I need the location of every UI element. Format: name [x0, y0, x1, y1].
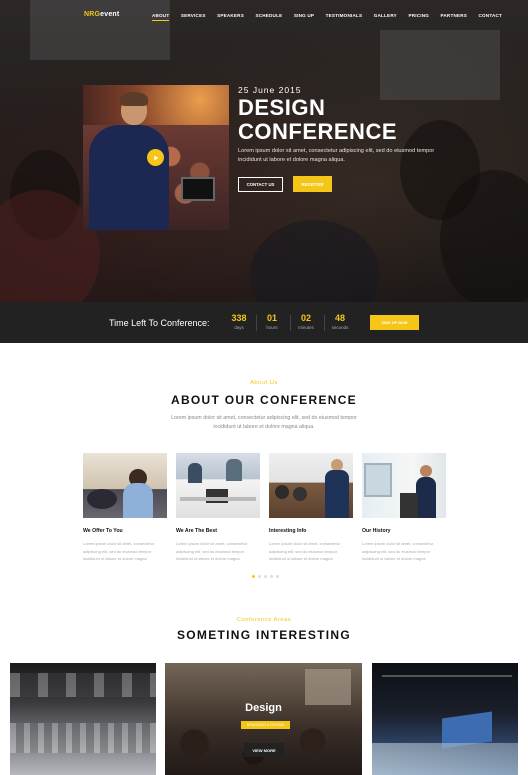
countdown-value: 338	[231, 313, 247, 323]
carousel-dot[interactable]	[270, 575, 273, 578]
hero-section: NRGevent ABOUT SERVICES SPEAKERS SCHEDUL…	[0, 0, 528, 302]
hero-title-line1: DESIGN	[238, 95, 326, 120]
nav-menu: ABOUT SERVICES SPEAKERS SCHEDULE SING UP…	[152, 13, 514, 21]
register-button[interactable]: REGISTER	[293, 176, 332, 192]
card-image	[362, 453, 446, 518]
nav-item-testimonials[interactable]: TESTIMONIALS	[326, 13, 363, 18]
carousel-dot[interactable]	[258, 575, 261, 578]
nav-item-sing-up[interactable]: SING UP	[294, 13, 314, 18]
card-text: Lorem ipsum dolor sit amet, consectetur …	[362, 541, 434, 561]
countdown-value: 01	[266, 313, 277, 323]
card-image	[269, 453, 353, 518]
about-title: ABOUT OUR CONFERENCE	[170, 393, 357, 407]
countdown-value: 02	[300, 313, 311, 323]
speaker-hair	[120, 92, 148, 106]
countdown-bar: Time Left To Conference: 338 days 01 hou…	[0, 302, 528, 343]
view-more-button[interactable]: VIEW MORE	[244, 743, 284, 757]
card-title: We Are The Best	[176, 528, 217, 534]
about-card[interactable]: Interesting Info Lorem ipsum dolor sit a…	[269, 453, 353, 563]
countdown-value: 48	[334, 313, 345, 323]
hero-description: Lorem ipsum dolor sit amet, consectetur …	[238, 148, 435, 163]
areas-subtitle: Conference Areas	[236, 617, 292, 623]
card-title: We Offer To You	[83, 528, 123, 534]
nav-item-speakers[interactable]: SPEAKERS	[217, 13, 244, 18]
hero-title: DESIGN CONFERENCE	[238, 96, 397, 144]
hero-date: 25 June 2015	[238, 85, 302, 95]
carousel-dots	[252, 575, 279, 578]
play-button[interactable]	[147, 149, 164, 166]
nav-item-services[interactable]: SERVICES	[181, 13, 206, 18]
area-badge: BRANDING & DESIGN	[241, 721, 290, 729]
area-card-design[interactable]: Design BRANDING & DESIGN VIEW MORE	[165, 663, 362, 775]
countdown-days: 338 days	[222, 313, 256, 330]
carousel-dot[interactable]	[264, 575, 267, 578]
nav-item-pricing[interactable]: PRICING	[408, 13, 429, 18]
laptop-graphic	[181, 177, 215, 201]
countdown-label: Time Left To Conference:	[109, 318, 210, 328]
countdown-unit-label: seconds	[331, 325, 349, 330]
logo[interactable]: NRGevent	[84, 11, 119, 18]
card-text: Lorem ipsum dolor sit amet, consectetur …	[269, 541, 341, 561]
card-image	[176, 453, 260, 518]
countdown-unit-label: minutes	[298, 325, 314, 330]
nav-item-contact[interactable]: CONTACT	[479, 13, 503, 18]
sign-up-now-button[interactable]: SING UP NOW	[370, 315, 419, 330]
countdown-unit-label: days	[234, 325, 244, 330]
nav-item-about[interactable]: ABOUT	[152, 13, 170, 21]
card-title: Our History	[362, 528, 391, 534]
logo-prefix: NRG	[84, 11, 101, 18]
areas-title: SOMETING INTERESTING	[176, 628, 351, 642]
card-title: Interesting Info	[269, 528, 307, 534]
countdown-unit-label: hours	[266, 325, 278, 330]
about-description: Lorem ipsum dolor sit amet, consectetur …	[171, 415, 357, 430]
about-card[interactable]: We Offer To You Lorem ipsum dolor sit am…	[83, 453, 167, 563]
nav-item-schedule[interactable]: SCHEDULE	[255, 13, 282, 18]
card-text: Lorem ipsum dolor sit amet, consectetur …	[83, 541, 155, 561]
play-icon	[153, 155, 158, 160]
card-text: Lorem ipsum dolor sit amet, consectetur …	[176, 541, 248, 561]
contact-us-button[interactable]: CONTACT US	[238, 177, 283, 192]
nav-item-partners[interactable]: PARTNERS	[440, 13, 467, 18]
countdown-hours: 01 hours	[255, 313, 289, 330]
nav-item-gallery[interactable]: GALLERY	[374, 13, 397, 18]
area-card-stage[interactable]	[372, 663, 518, 775]
about-subtitle: About Us	[250, 380, 278, 386]
countdown-seconds: 48 seconds	[323, 313, 357, 330]
speaker-body	[89, 125, 169, 230]
logo-suffix: event	[100, 11, 120, 18]
carousel-dot[interactable]	[276, 575, 279, 578]
countdown-minutes: 02 minutes	[289, 313, 323, 330]
area-card-hall[interactable]	[10, 663, 156, 775]
area-title: Design	[245, 702, 282, 714]
card-image	[83, 453, 167, 518]
carousel-dot[interactable]	[252, 575, 255, 578]
hero-title-line2: CONFERENCE	[238, 119, 398, 144]
about-card[interactable]: Our History Lorem ipsum dolor sit amet, …	[362, 453, 446, 563]
top-nav: NRGevent ABOUT SERVICES SPEAKERS SCHEDUL…	[0, 0, 528, 30]
about-card[interactable]: We Are The Best Lorem ipsum dolor sit am…	[176, 453, 260, 563]
